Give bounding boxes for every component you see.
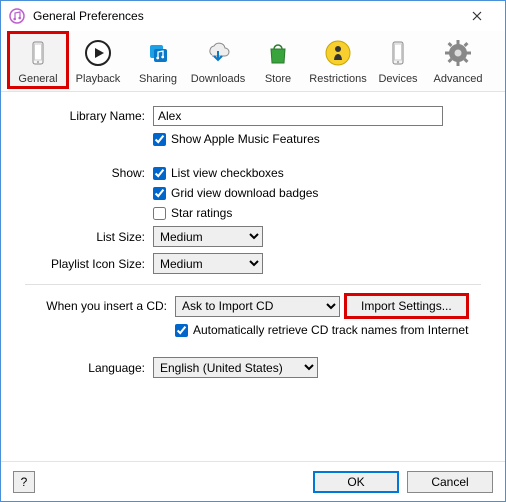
checkbox-label: Automatically retrieve CD track names fr… (193, 323, 468, 337)
cloud-download-icon (200, 35, 236, 71)
checkbox-label: Show Apple Music Features (171, 132, 320, 146)
tab-store[interactable]: Store (249, 33, 307, 87)
tab-downloads[interactable]: Downloads (189, 33, 247, 87)
checkbox-label: Star ratings (171, 206, 232, 220)
separator (25, 284, 481, 285)
device-icon (20, 35, 56, 71)
close-button[interactable] (457, 2, 497, 30)
show-apple-music-input[interactable] (153, 133, 166, 146)
list-view-checkboxes-input[interactable] (153, 167, 166, 180)
tab-label: Restrictions (309, 73, 367, 85)
music-share-icon (140, 35, 176, 71)
tab-playback[interactable]: Playback (69, 33, 127, 87)
playlist-icon-size-label: Playlist Icon Size: (25, 257, 153, 271)
tab-advanced[interactable]: Advanced (429, 33, 487, 87)
checkbox-label: Grid view download badges (171, 186, 318, 200)
play-icon (80, 35, 116, 71)
grid-view-badges-input[interactable] (153, 187, 166, 200)
tab-devices[interactable]: Devices (369, 33, 427, 87)
general-pane: Library Name: Show Apple Music Features … (1, 92, 505, 461)
phone-icon (380, 35, 416, 71)
preferences-window: General Preferences General Playback Sha… (0, 0, 506, 502)
itunes-icon (9, 8, 25, 24)
window-title: General Preferences (33, 9, 457, 23)
checkbox-label: List view checkboxes (171, 166, 284, 180)
tab-general[interactable]: General (9, 33, 67, 87)
tab-restrictions[interactable]: Restrictions (309, 33, 367, 87)
preferences-tabs: General Playback Sharing Downloads Store (1, 31, 505, 92)
tab-label: Store (249, 73, 307, 85)
titlebar: General Preferences (1, 1, 505, 31)
tab-sharing[interactable]: Sharing (129, 33, 187, 87)
star-ratings-input[interactable] (153, 207, 166, 220)
tab-label: Advanced (429, 73, 487, 85)
tab-label: Downloads (189, 73, 247, 85)
list-size-select[interactable]: Medium (153, 226, 263, 247)
show-label: Show: (25, 166, 153, 180)
library-name-label: Library Name: (25, 109, 153, 123)
tab-label: Sharing (129, 73, 187, 85)
tab-label: General (9, 73, 67, 85)
star-ratings-checkbox[interactable]: Star ratings (153, 206, 232, 220)
restrictions-icon (320, 35, 356, 71)
insert-cd-select[interactable]: Ask to Import CD (175, 296, 340, 317)
import-settings-button[interactable]: Import Settings... (346, 295, 467, 317)
language-select[interactable]: English (United States) (153, 357, 318, 378)
list-view-checkboxes-checkbox[interactable]: List view checkboxes (153, 166, 284, 180)
grid-view-badges-checkbox[interactable]: Grid view download badges (153, 186, 318, 200)
playlist-icon-size-select[interactable]: Medium (153, 253, 263, 274)
ok-button[interactable]: OK (313, 471, 399, 493)
dialog-footer: ? OK Cancel (1, 461, 505, 501)
tab-label: Devices (369, 73, 427, 85)
auto-retrieve-input[interactable] (175, 324, 188, 337)
help-button[interactable]: ? (13, 471, 35, 493)
bag-icon (260, 35, 296, 71)
cancel-button[interactable]: Cancel (407, 471, 493, 493)
library-name-input[interactable] (153, 106, 443, 126)
gear-icon (440, 35, 476, 71)
insert-cd-label: When you insert a CD: (25, 299, 175, 313)
auto-retrieve-checkbox[interactable]: Automatically retrieve CD track names fr… (175, 323, 468, 337)
show-apple-music-checkbox[interactable]: Show Apple Music Features (153, 132, 320, 146)
tab-label: Playback (69, 73, 127, 85)
language-label: Language: (25, 361, 153, 375)
list-size-label: List Size: (25, 230, 153, 244)
